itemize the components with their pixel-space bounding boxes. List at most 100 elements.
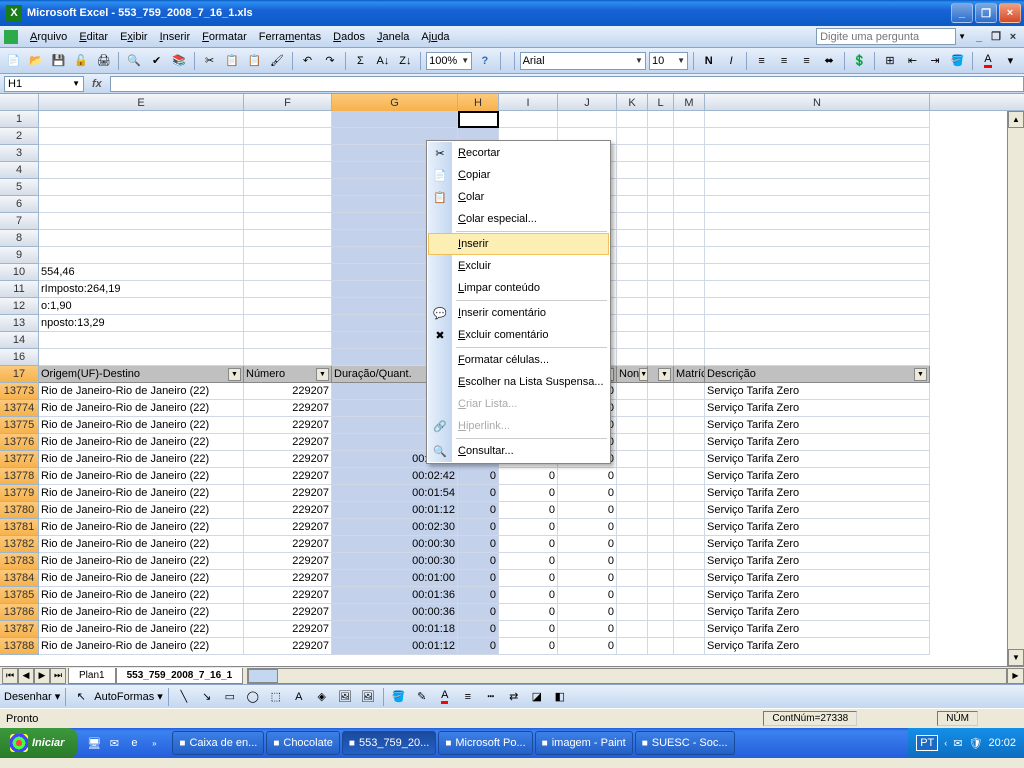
cell[interactable] — [674, 230, 705, 247]
cell[interactable] — [674, 247, 705, 264]
filter-button[interactable]: ▼ — [228, 368, 241, 381]
filter-button[interactable]: ▼ — [658, 368, 671, 381]
merge-icon[interactable]: ⬌ — [819, 51, 838, 71]
cell-e[interactable] — [39, 179, 244, 196]
cell-m[interactable] — [674, 451, 705, 468]
quick-outlook-icon[interactable]: ✉ — [104, 733, 124, 753]
shadow-icon[interactable]: ◪ — [527, 687, 547, 707]
cell-k[interactable] — [617, 519, 648, 536]
cell[interactable] — [648, 179, 674, 196]
rectangle-icon[interactable]: ▭ — [220, 687, 240, 707]
cell[interactable] — [617, 213, 648, 230]
cell-origem[interactable]: Rio de Janeiro-Rio de Janeiro (22) — [39, 468, 244, 485]
column-header-J[interactable]: J — [558, 94, 617, 111]
help-icon[interactable]: ? — [475, 51, 494, 71]
cell-k[interactable] — [617, 570, 648, 587]
save-icon[interactable]: 💾 — [49, 51, 68, 71]
taskbar-task[interactable]: ■imagem - Paint — [535, 731, 633, 755]
cell-duracao[interactable]: 00:01:18 — [332, 621, 458, 638]
cell-f[interactable] — [244, 281, 332, 298]
cell-duracao[interactable]: 00:01:36 — [332, 587, 458, 604]
cell[interactable] — [674, 111, 705, 128]
permission-icon[interactable]: 🔓 — [71, 51, 90, 71]
align-left-icon[interactable]: ≡ — [752, 51, 771, 71]
cell-m[interactable] — [674, 519, 705, 536]
italic-icon[interactable]: I — [721, 51, 740, 71]
cell-numero[interactable]: 229207 — [244, 621, 332, 638]
taskbar-task[interactable]: ■Chocolate — [266, 731, 340, 755]
cell-j[interactable]: 0 — [558, 638, 617, 655]
cell-f[interactable] — [244, 332, 332, 349]
ctx-inserir-coment-rio[interactable]: 💬Inserir comentário — [428, 302, 609, 324]
doc-restore[interactable]: ❐ — [989, 30, 1003, 44]
line-style-icon[interactable]: ≡ — [458, 687, 478, 707]
cell-e[interactable] — [39, 111, 244, 128]
cell-numero[interactable]: 229207 — [244, 417, 332, 434]
ctx-excluir-coment-rio[interactable]: ✖Excluir comentário — [428, 324, 609, 346]
cell-descricao[interactable]: Serviço Tarifa Zero — [705, 519, 930, 536]
cell[interactable] — [648, 145, 674, 162]
cell-h[interactable]: 0 — [458, 587, 499, 604]
font-combo[interactable]: Arial▼ — [520, 52, 646, 70]
cell[interactable] — [674, 298, 705, 315]
cell-numero[interactable]: 229207 — [244, 553, 332, 570]
cell-f[interactable] — [244, 145, 332, 162]
cell-m[interactable] — [674, 502, 705, 519]
cell-i[interactable]: 0 — [499, 502, 558, 519]
cell-m[interactable] — [674, 638, 705, 655]
cell[interactable] — [648, 128, 674, 145]
cell-origem[interactable]: Rio de Janeiro-Rio de Janeiro (22) — [39, 451, 244, 468]
cell[interactable] — [617, 315, 648, 332]
arrow-style-icon[interactable]: ⇄ — [504, 687, 524, 707]
font-color-icon[interactable]: A — [978, 51, 997, 71]
row-header[interactable]: 13784 — [0, 570, 39, 587]
cell-origem[interactable]: Rio de Janeiro-Rio de Janeiro (22) — [39, 502, 244, 519]
cell[interactable] — [705, 281, 930, 298]
more-icon[interactable]: ▾ — [1001, 51, 1020, 71]
cell[interactable] — [674, 315, 705, 332]
row-header[interactable]: 11 — [0, 281, 39, 298]
row-header[interactable]: 2 — [0, 128, 39, 145]
cell[interactable] — [617, 281, 648, 298]
cell[interactable] — [674, 213, 705, 230]
cell[interactable] — [705, 349, 930, 366]
menu-dados[interactable]: Dados — [327, 29, 371, 45]
tab-last[interactable]: ⏭ — [50, 668, 66, 684]
cell-h[interactable]: 0 — [458, 485, 499, 502]
cell-i[interactable]: 0 — [499, 553, 558, 570]
formula-input[interactable] — [110, 76, 1024, 92]
cell[interactable] — [558, 111, 617, 128]
row-header[interactable]: 13776 — [0, 434, 39, 451]
tray-mail-icon[interactable]: ✉ — [953, 737, 962, 750]
cell[interactable] — [648, 196, 674, 213]
diagram-icon[interactable]: ◈ — [312, 687, 332, 707]
ask-question-input[interactable] — [816, 28, 956, 45]
cell-numero[interactable]: 229207 — [244, 383, 332, 400]
cell[interactable] — [705, 315, 930, 332]
cut-icon[interactable]: ✂ — [200, 51, 219, 71]
cell[interactable] — [705, 247, 930, 264]
menu-inserir[interactable]: Inserir — [154, 29, 197, 45]
cell-k[interactable] — [617, 434, 648, 451]
cell-origem[interactable]: Rio de Janeiro-Rio de Janeiro (22) — [39, 519, 244, 536]
format-painter-icon[interactable]: 🖌 — [267, 51, 286, 71]
cell-descricao[interactable]: Serviço Tarifa Zero — [705, 536, 930, 553]
cell-j[interactable]: 0 — [558, 536, 617, 553]
fx-icon[interactable]: fx — [92, 78, 102, 90]
cell-g[interactable] — [332, 111, 458, 128]
cell-duracao[interactable]: 00:01:54 — [332, 485, 458, 502]
cell-descricao[interactable]: Serviço Tarifa Zero — [705, 417, 930, 434]
cell-origem[interactable]: Rio de Janeiro-Rio de Janeiro (22) — [39, 621, 244, 638]
ctx-formatar-c-lulas-[interactable]: Formatar células... — [428, 349, 609, 371]
line-color-icon[interactable]: ✎ — [412, 687, 432, 707]
cell-j[interactable]: 0 — [558, 485, 617, 502]
cell[interactable] — [617, 332, 648, 349]
menu-arquivo[interactable]: Arquivo — [24, 29, 73, 45]
cell-descricao[interactable]: Serviço Tarifa Zero — [705, 434, 930, 451]
cell-numero[interactable]: 229207 — [244, 485, 332, 502]
cell-descricao[interactable]: Serviço Tarifa Zero — [705, 621, 930, 638]
print-preview-icon[interactable]: 🔍 — [124, 51, 143, 71]
sort-desc-icon[interactable]: Z↓ — [396, 51, 415, 71]
row-header[interactable]: 16 — [0, 349, 39, 366]
cell[interactable] — [499, 111, 558, 128]
